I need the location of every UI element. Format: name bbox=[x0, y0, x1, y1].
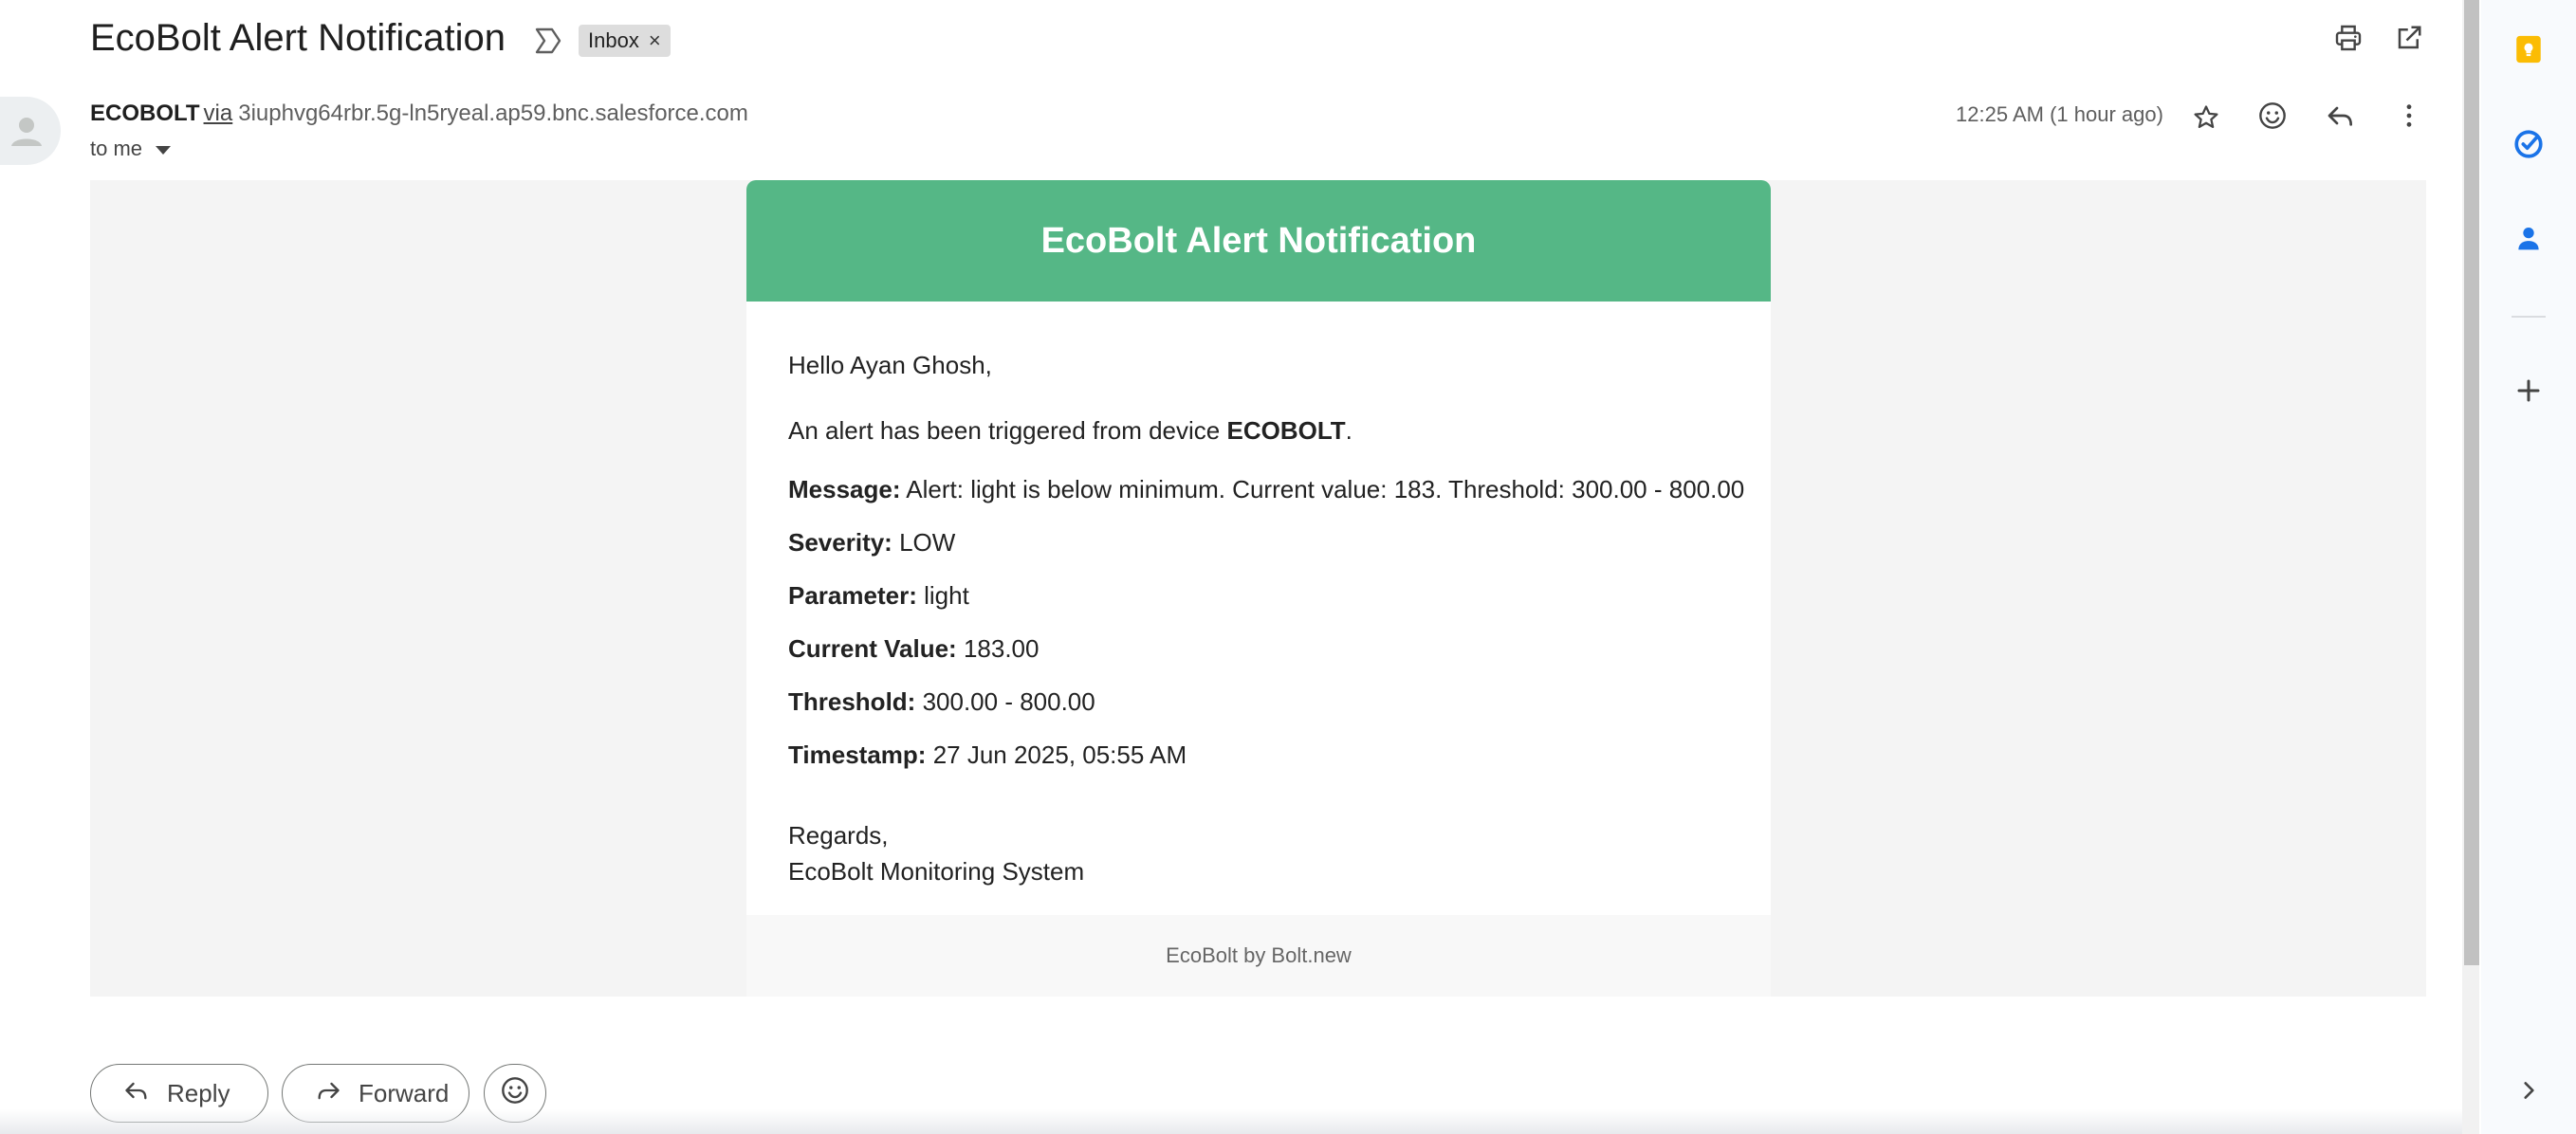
email-subject: EcoBolt Alert Notification bbox=[90, 17, 506, 59]
side-panel bbox=[2481, 0, 2576, 1134]
recipient-line: to me bbox=[90, 137, 172, 161]
field-timestamp: Timestamp: 27 Jun 2025, 05:55 AM bbox=[788, 728, 1729, 781]
sender-name[interactable]: ECOBOLT bbox=[90, 101, 200, 126]
label-important-outline-icon[interactable] bbox=[533, 27, 563, 55]
via-link[interactable]: via bbox=[204, 101, 233, 126]
tasks-icon[interactable] bbox=[2510, 125, 2548, 163]
alert-fields: Message: Alert: light is below minimum. … bbox=[788, 463, 1744, 781]
side-panel-divider bbox=[2512, 316, 2546, 318]
reply-icon bbox=[123, 1077, 150, 1110]
emoji-reaction-icon bbox=[500, 1075, 530, 1112]
intro-prefix: An alert has been triggered from device bbox=[788, 416, 1227, 445]
sign-off: Regards, EcoBolt Monitoring System bbox=[788, 817, 1729, 889]
forward-icon bbox=[315, 1077, 341, 1110]
emoji-reaction-icon[interactable] bbox=[2252, 95, 2293, 137]
recipient-text: to me bbox=[90, 137, 143, 160]
field-value: 300.00 - 800.00 bbox=[922, 687, 1095, 716]
avatar bbox=[0, 97, 61, 165]
inbox-label-chip: Inbox × bbox=[579, 25, 671, 57]
contacts-icon[interactable] bbox=[2510, 220, 2548, 258]
star-outline-icon[interactable] bbox=[2185, 97, 2227, 138]
intro-suffix: . bbox=[1345, 416, 1352, 445]
field-value: Alert: light is below minimum. Current v… bbox=[906, 475, 1745, 503]
card-footer: EcoBolt by Bolt.new bbox=[746, 915, 1771, 997]
reply-label: Reply bbox=[167, 1078, 230, 1107]
regards-text: Regards, bbox=[788, 821, 889, 850]
sender-line: ECOBOLT via 3iuphvg64rbr.5g-ln5ryeal.ap59.… bbox=[90, 101, 748, 127]
forward-button[interactable]: Forward bbox=[282, 1064, 469, 1123]
alert-card: EcoBolt Alert Notification Hello Ayan Gh… bbox=[746, 180, 1771, 997]
emoji-reaction-button[interactable] bbox=[484, 1064, 546, 1123]
field-threshold: Threshold: 300.00 - 800.00 bbox=[788, 675, 1729, 728]
label-text: Inbox bbox=[588, 28, 639, 52]
field-label: Timestamp: bbox=[788, 741, 927, 769]
field-value: 183.00 bbox=[963, 634, 1040, 663]
field-message: Message: Alert: light is below minimum. … bbox=[788, 463, 1744, 516]
field-value: LOW bbox=[899, 528, 956, 557]
show-details-caret-icon[interactable] bbox=[156, 145, 172, 155]
keep-icon[interactable] bbox=[2510, 30, 2548, 68]
reply-button[interactable]: Reply bbox=[90, 1064, 268, 1123]
reply-icon[interactable] bbox=[2320, 95, 2362, 137]
chevron-right-icon[interactable] bbox=[2510, 1071, 2548, 1109]
card-header: EcoBolt Alert Notification bbox=[746, 180, 1771, 302]
device-name: ECOBOLT bbox=[1226, 416, 1346, 445]
email-body: EcoBolt Alert Notification Hello Ayan Gh… bbox=[90, 180, 2426, 997]
alert-intro: An alert has been triggered from device … bbox=[788, 416, 1729, 446]
print-icon[interactable] bbox=[2329, 19, 2367, 57]
sender-address: 3iuphvg64rbr.5g-ln5ryeal.ap59.bnc.salesf… bbox=[238, 101, 748, 126]
field-value: 27 Jun 2025, 05:55 AM bbox=[932, 741, 1187, 769]
field-label: Parameter: bbox=[788, 581, 917, 610]
field-value: light bbox=[924, 581, 969, 610]
signature-text: EcoBolt Monitoring System bbox=[788, 857, 1085, 886]
field-label: Current Value: bbox=[788, 634, 957, 663]
field-label: Message: bbox=[788, 475, 901, 503]
open-in-new-icon[interactable] bbox=[2390, 19, 2428, 57]
greeting: Hello Ayan Ghosh, bbox=[788, 351, 992, 379]
field-parameter: Parameter: light bbox=[788, 569, 1729, 622]
add-icon[interactable] bbox=[2510, 372, 2548, 410]
field-label: Severity: bbox=[788, 528, 892, 557]
field-label: Threshold: bbox=[788, 687, 916, 716]
field-current-value: Current Value: 183.00 bbox=[788, 622, 1729, 675]
field-severity: Severity: LOW bbox=[788, 516, 1729, 569]
card-content: Hello Ayan Ghosh, An alert has been trig… bbox=[746, 351, 1771, 889]
more-vert-icon[interactable] bbox=[2388, 95, 2430, 137]
scrollbar-thumb[interactable] bbox=[2464, 0, 2479, 965]
forward-label: Forward bbox=[359, 1078, 450, 1107]
remove-label-icon[interactable]: × bbox=[649, 28, 661, 53]
email-datetime: 12:25 AM (1 hour ago) bbox=[1956, 102, 2163, 126]
